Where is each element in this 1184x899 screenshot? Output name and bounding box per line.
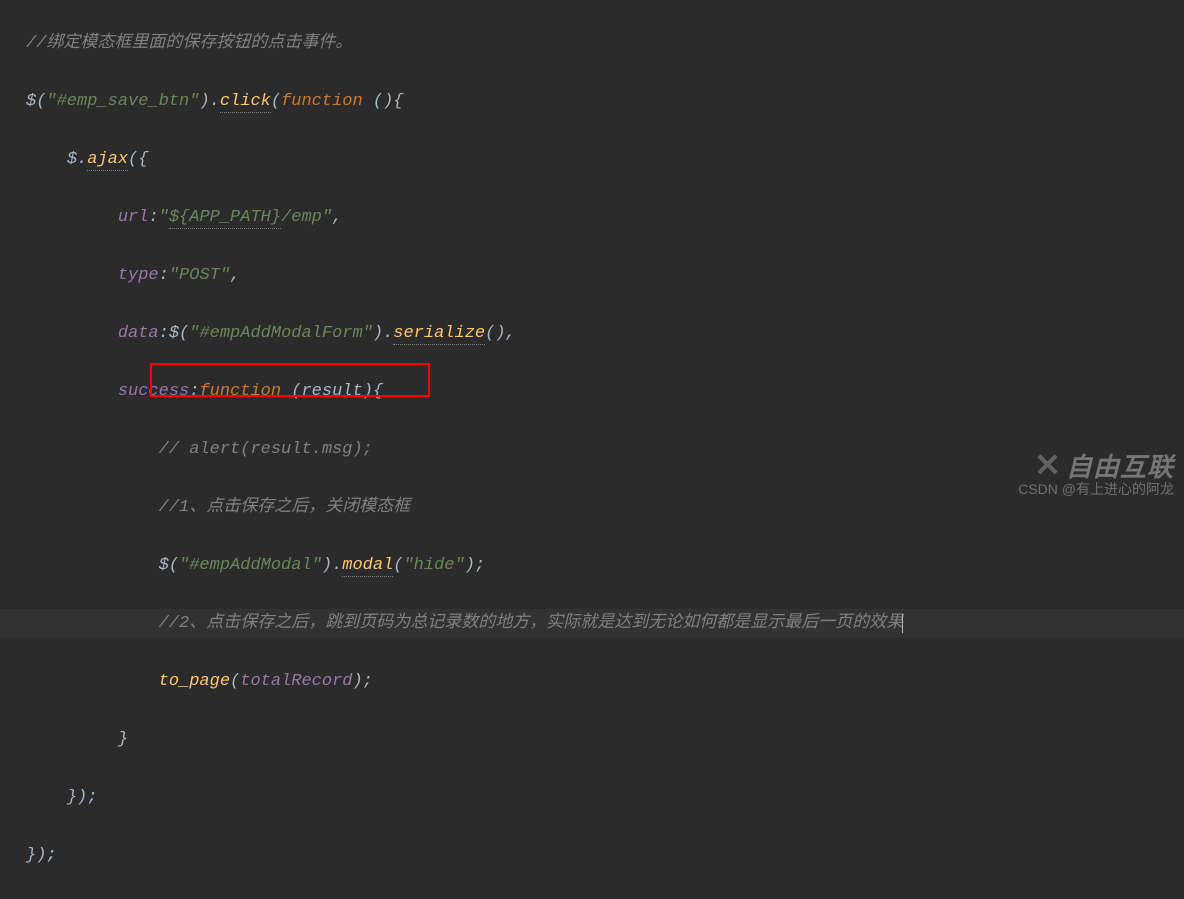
code-line: }); [0,783,1184,812]
code-line: type:"POST", [0,261,1184,290]
comment: //绑定模态框里面的保存按钮的点击事件。 [26,34,352,53]
code-line: $.ajax({ [0,145,1184,174]
code-line: } [0,725,1184,754]
code-line: //1、点击保存之后，关闭模态框 [0,493,1184,522]
code-line: $("#empAddModal").modal("hide"); [0,551,1184,580]
code-line: //绑定模态框里面的保存按钮的点击事件。 [0,29,1184,58]
code-line: $("#emp_save_btn").click(function (){ [0,87,1184,116]
code-line: url:"${APP_PATH}/emp", [0,203,1184,232]
code-line: success:function (result){ [0,377,1184,406]
code-line: data:$("#empAddModalForm").serialize(), [0,319,1184,348]
code-editor[interactable]: //绑定模态框里面的保存按钮的点击事件。 $("#emp_save_btn").… [0,0,1184,899]
code-line: // alert(result.msg); [0,435,1184,464]
code-line-highlighted: //2、点击保存之后，跳到页码为总记录数的地方，实际就是达到无论如何都是显示最后… [0,609,1184,638]
code-line: }); [0,841,1184,870]
code-line: to_page(totalRecord); [0,667,1184,696]
watermark-text: CSDN @有上进心的阿龙 [1018,475,1174,504]
